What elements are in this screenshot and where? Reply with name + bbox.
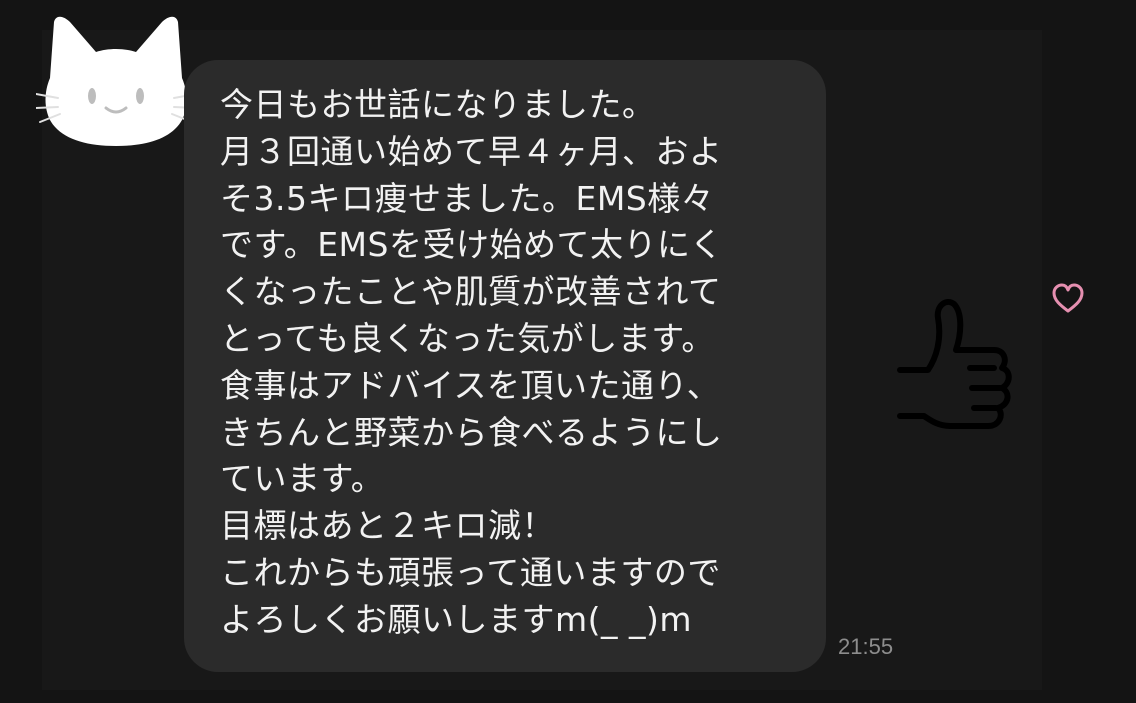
cat-avatar-icon[interactable] bbox=[36, 8, 196, 153]
message-line: くなったことや肌質が改善されて bbox=[220, 272, 722, 312]
message-line: です。EMSを受け始めて太りにく bbox=[220, 225, 724, 265]
heart-icon[interactable] bbox=[1050, 282, 1086, 316]
message-line: 月３回通い始めて早４ヶ月、およ bbox=[220, 131, 723, 171]
thumbs-up-sketch-icon[interactable] bbox=[890, 288, 1030, 448]
message-line: よろしくお願いしますm(_ _)m bbox=[220, 599, 693, 639]
message-line: とっても良くなった気がします。 bbox=[220, 318, 715, 358]
message-line: 目標はあと２キロ減！ bbox=[220, 506, 555, 546]
message-bubble[interactable]: 今日もお世話になりました。 月３回通い始めて早４ヶ月、およ そ3.5キロ痩せまし… bbox=[184, 60, 826, 672]
message-line: これからも頑張って通いますので bbox=[220, 552, 721, 592]
message-line: そ3.5キロ痩せました。EMS様々 bbox=[220, 178, 715, 218]
message-line: 食事はアドバイスを頂いた通り、 bbox=[220, 365, 721, 405]
message-line: きちんと野菜から食べるようにし bbox=[220, 412, 723, 452]
message-line: 今日もお世話になりました。 bbox=[220, 85, 656, 124]
message-timestamp: 21:55 bbox=[838, 634, 894, 659]
message-line: ています。 bbox=[220, 459, 385, 499]
